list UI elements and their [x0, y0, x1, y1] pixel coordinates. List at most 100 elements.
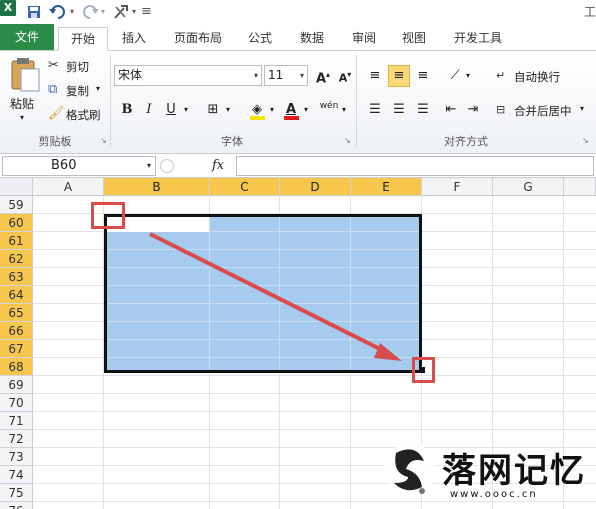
wrap-text-button[interactable]: ↵ 自动换行	[496, 67, 592, 85]
tools-dropdown-icon[interactable]: ▾	[132, 3, 136, 21]
font-group-label: 字体	[221, 135, 243, 148]
paste-label: 粘贴	[10, 97, 35, 111]
title-fragment-icon: 工	[584, 5, 596, 19]
tab-home[interactable]: 开始	[58, 27, 108, 51]
watermark-url: www.oooc.cn	[450, 489, 538, 500]
align-right-icon: ☰	[417, 102, 429, 117]
grow-font-button[interactable]: A▴	[312, 64, 334, 86]
clipboard-group-label: 剪贴板	[38, 135, 72, 148]
redo-dropdown-icon[interactable]: ▾	[101, 3, 105, 21]
paint-bucket-icon: ◈	[252, 102, 262, 117]
font-size-select[interactable]: 11 ▾	[264, 65, 308, 86]
grow-font-icon: A	[315, 71, 327, 87]
excel-app-icon[interactable]: X	[0, 0, 16, 16]
paste-button[interactable]: 粘贴 ▾	[4, 55, 42, 129]
increase-indent-icon: ⇥	[467, 102, 479, 117]
tab-review[interactable]: 审阅	[344, 27, 384, 51]
copy-icon: ⧉	[48, 82, 58, 97]
divider	[356, 55, 357, 147]
excel-window: X ▾ ▾ ▾ ≡ 工 文件 开始 插入 页面布局 公式 数据 审阅 视图 开发…	[0, 0, 596, 509]
font-color-button[interactable]: A	[280, 99, 302, 121]
borders-dropdown-icon[interactable]: ▾	[226, 105, 230, 114]
watermark: 落网记忆 www.oooc.cn	[372, 437, 592, 507]
phonetic-guide-button[interactable]: wén	[318, 99, 340, 121]
orientation-button[interactable]: ⟋	[444, 65, 466, 87]
decrease-indent-icon: ⇤	[445, 102, 457, 117]
name-box-value: B60	[51, 158, 77, 173]
scissors-icon: ✂	[48, 58, 59, 73]
bold-button[interactable]: B	[116, 99, 138, 121]
wrap-text-icon: ↵	[496, 69, 506, 82]
customize-qat-icon[interactable]: ≡	[141, 3, 152, 21]
merge-center-button[interactable]: ⊟ 合并后居中 ▾	[496, 101, 596, 119]
phonetic-guide-icon: wén	[319, 101, 339, 111]
align-top-button[interactable]: ≡	[364, 65, 386, 87]
merge-center-icon: ⊟	[496, 103, 506, 116]
align-left-button[interactable]: ☰	[364, 99, 386, 121]
shrink-font-button[interactable]: A▾	[334, 64, 356, 86]
ribbon-tab-bar: 文件 开始 插入 页面布局 公式 数据 审阅 视图 开发工具	[0, 24, 596, 51]
fill-color-dropdown-icon[interactable]: ▾	[270, 105, 274, 114]
redo-icon[interactable]	[80, 3, 100, 21]
align-top-icon: ≡	[369, 68, 381, 83]
formula-bar-grip-icon[interactable]	[160, 159, 174, 173]
divider	[110, 55, 111, 147]
clipboard-dialog-launcher-icon[interactable]: ↘	[100, 136, 107, 145]
align-middle-button[interactable]: ≡	[388, 65, 410, 87]
font-name-value: 宋体	[118, 68, 143, 82]
name-box-dropdown-icon: ▾	[146, 161, 151, 170]
italic-button[interactable]: I	[138, 99, 160, 121]
font-size-value: 11	[268, 68, 284, 82]
orientation-dropdown-icon[interactable]: ▾	[466, 71, 470, 80]
font-name-select[interactable]: 宋体 ▾	[114, 65, 262, 86]
tools-icon[interactable]	[111, 3, 131, 21]
quick-access-toolbar: X ▾ ▾ ▾ ≡ 工	[0, 0, 596, 24]
paste-dropdown-icon: ▾	[20, 113, 25, 122]
worksheet-grid[interactable]: ABCDEFG 59 60 61 62 63 64 65 66 67 68 69 70 71 72 73 74…	[0, 178, 596, 509]
cut-button[interactable]: ✂ 剪切	[48, 57, 106, 75]
copy-button[interactable]: ⧉ 复制 ▾	[48, 81, 108, 99]
tab-insert[interactable]: 插入	[112, 27, 156, 51]
font-color-icon: A	[285, 102, 297, 117]
ribbon-home: 粘贴 ▾ ✂ 剪切 ⧉ 复制 ▾ 🖌 格式刷 剪贴板 ↘ 宋体 ▾ 11 ▾ A…	[0, 51, 596, 154]
formula-input[interactable]	[236, 156, 594, 176]
phonetic-dropdown-icon[interactable]: ▾	[342, 105, 346, 114]
alignment-dialog-launcher-icon[interactable]: ↘	[582, 136, 589, 145]
merge-center-label: 合并后居中	[514, 104, 572, 118]
decrease-indent-button[interactable]: ⇤	[440, 99, 462, 121]
borders-button[interactable]: ⊞	[202, 99, 224, 121]
undo-dropdown-icon[interactable]: ▾	[70, 3, 74, 21]
increase-indent-button[interactable]: ⇥	[462, 99, 484, 121]
align-bottom-button[interactable]: ≡	[412, 65, 434, 87]
tab-formulas[interactable]: 公式	[240, 27, 280, 51]
undo-icon[interactable]	[48, 3, 68, 21]
formula-bar: B60 ▾ fx	[0, 154, 596, 178]
format-painter-button[interactable]: 🖌 格式刷	[48, 105, 110, 123]
align-center-button[interactable]: ☰	[388, 99, 410, 121]
cut-label: 剪切	[66, 60, 89, 74]
shrink-font-icon: A	[338, 71, 348, 85]
orientation-icon: ⟋	[450, 68, 460, 83]
font-dialog-launcher-icon[interactable]: ↘	[344, 136, 351, 145]
borders-icon: ⊞	[207, 102, 219, 117]
font-color-dropdown-icon[interactable]: ▾	[304, 105, 308, 114]
fill-color-button[interactable]: ◈	[246, 99, 268, 121]
underline-button[interactable]: U	[160, 99, 182, 121]
merge-dropdown-icon: ▾	[580, 104, 585, 113]
tab-file[interactable]: 文件	[0, 24, 54, 50]
chevron-down-icon: ▾	[299, 71, 304, 80]
tab-view[interactable]: 视图	[394, 27, 434, 51]
wrap-text-label: 自动换行	[514, 70, 560, 84]
tab-developer[interactable]: 开发工具	[446, 27, 510, 51]
align-right-button[interactable]: ☰	[412, 99, 434, 121]
align-center-icon: ☰	[393, 102, 405, 117]
tab-page-layout[interactable]: 页面布局	[166, 27, 230, 51]
fill-color-swatch	[250, 116, 265, 120]
align-left-icon: ☰	[369, 102, 381, 117]
tab-data[interactable]: 数据	[292, 27, 332, 51]
insert-function-button[interactable]: fx	[212, 158, 224, 173]
underline-dropdown-icon[interactable]: ▾	[184, 105, 188, 114]
save-icon[interactable]	[26, 3, 42, 21]
format-painter-label: 格式刷	[66, 108, 101, 122]
name-box[interactable]: B60 ▾	[2, 156, 156, 176]
